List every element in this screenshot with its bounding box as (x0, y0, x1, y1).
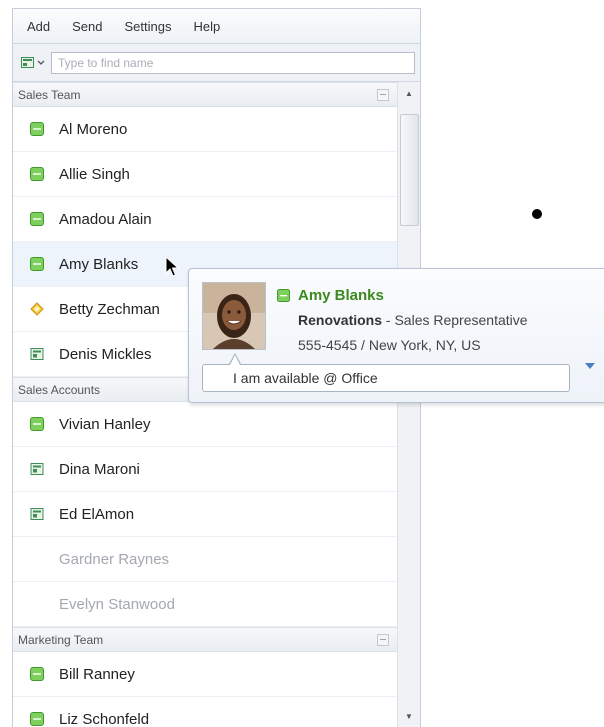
menu-help[interactable]: Help (183, 19, 232, 34)
contact-row[interactable]: Amadou Alain (13, 197, 397, 242)
status-message-field[interactable]: I am available @ Office (202, 364, 570, 392)
contact-row[interactable]: Vivian Hanley (13, 402, 397, 447)
available-status-icon (30, 417, 44, 431)
card-separator: - (382, 312, 394, 328)
scroll-thumb[interactable] (400, 114, 419, 226)
menu-add[interactable]: Add (16, 19, 61, 34)
contact-name: Al Moreno (59, 121, 127, 138)
collapse-group-icon[interactable] (377, 634, 389, 646)
contact-name: Liz Schonfeld (59, 711, 149, 727)
contact-name: Allie Singh (59, 166, 130, 183)
status-callout-notch-fill (230, 355, 240, 365)
menu-send[interactable]: Send (61, 19, 113, 34)
available-status-icon (30, 122, 44, 136)
contact-hover-card: Amy Blanks Renovations - Sales Represent… (188, 268, 604, 403)
avatar (202, 282, 266, 350)
contact-row[interactable]: Ed ElAmon (13, 492, 397, 537)
menu-bar: Add Send Settings Help (13, 9, 420, 44)
contact-name: Ed ElAmon (59, 506, 134, 523)
view-filter-button[interactable] (21, 53, 47, 73)
card-menu-chevron-icon[interactable] (584, 361, 596, 371)
in-meeting-status-icon (30, 462, 44, 476)
group-title: Marketing Team (18, 633, 103, 647)
card-job-title: Sales Representative (394, 312, 527, 328)
menu-settings[interactable]: Settings (114, 19, 183, 34)
group-header[interactable]: Marketing Team (13, 627, 397, 652)
contact-row[interactable]: Liz Schonfeld (13, 697, 397, 727)
search-input[interactable] (51, 52, 415, 74)
card-contact-name[interactable]: Amy Blanks (298, 287, 384, 304)
available-status-icon (30, 212, 44, 226)
contact-row[interactable]: Allie Singh (13, 152, 397, 197)
contact-name: Evelyn Stanwood (59, 596, 175, 613)
card-company-title: Renovations - Sales Representative (298, 312, 528, 328)
contact-name: Dina Maroni (59, 461, 140, 478)
away-status-icon (30, 302, 44, 316)
available-status-icon (277, 289, 290, 302)
contact-row[interactable]: Evelyn Stanwood (13, 582, 397, 627)
contact-name: Betty Zechman (59, 301, 160, 318)
contact-row[interactable]: Dina Maroni (13, 447, 397, 492)
in-meeting-status-icon (30, 507, 44, 521)
scroll-up-arrow-icon[interactable]: ▲ (398, 82, 420, 104)
group-title: Sales Team (18, 88, 80, 102)
available-status-icon (30, 667, 44, 681)
contact-name: Amadou Alain (59, 211, 152, 228)
contact-row[interactable]: Gardner Raynes (13, 537, 397, 582)
contact-name: Vivian Hanley (59, 416, 150, 433)
search-bar (13, 44, 420, 82)
contact-list: Sales Team Al Moreno Allie Singh Amadou Ala… (13, 82, 397, 727)
available-status-icon (30, 167, 44, 181)
in-meeting-status-icon (30, 347, 44, 361)
decorative-dot (532, 209, 542, 219)
card-name-row: Amy Blanks (277, 287, 384, 304)
group-title: Sales Accounts (18, 383, 100, 397)
card-phone-location: 555-4545 / New York, NY, US (298, 337, 481, 353)
contact-name: Denis Mickles (59, 346, 152, 363)
card-company: Renovations (298, 312, 382, 328)
contact-row[interactable]: Bill Ranney (13, 652, 397, 697)
contact-name: Bill Ranney (59, 666, 135, 683)
contact-name: Gardner Raynes (59, 551, 169, 568)
chevron-down-icon (37, 60, 45, 66)
scrollbar[interactable]: ▲ ▼ (397, 82, 420, 727)
available-status-icon (30, 712, 44, 726)
available-status-icon (30, 257, 44, 271)
contact-row[interactable]: Al Moreno (13, 107, 397, 152)
mouse-cursor-icon (165, 256, 181, 280)
collapse-group-icon[interactable] (377, 89, 389, 101)
group-header[interactable]: Sales Team (13, 82, 397, 107)
contact-card-icon (21, 57, 35, 69)
scroll-down-arrow-icon[interactable]: ▼ (398, 705, 420, 727)
contact-name: Amy Blanks (59, 256, 138, 273)
